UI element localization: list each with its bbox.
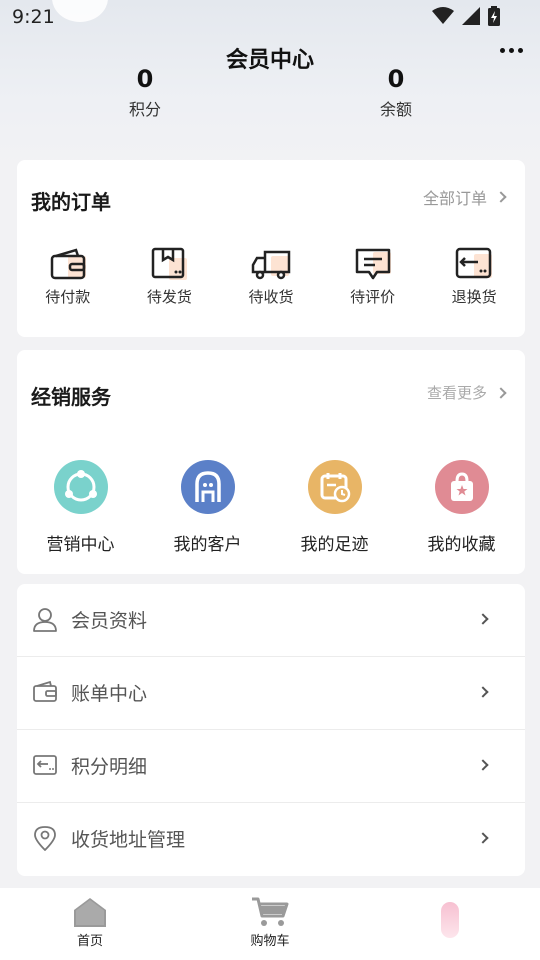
wallet-icon xyxy=(33,680,57,702)
menu-label: 积分明细 xyxy=(71,756,148,778)
menu-shipping-address[interactable]: 收货地址管理 xyxy=(17,803,525,876)
home-icon xyxy=(74,898,106,927)
menu-bill-center[interactable]: 账单中心 xyxy=(17,657,525,730)
points-label: 积分 xyxy=(128,100,161,119)
points-stat[interactable]: 0 积分 xyxy=(95,64,195,120)
order-pending-review[interactable]: 待评价 xyxy=(322,246,424,307)
tab-cart[interactable]: 购物车 xyxy=(210,896,330,949)
chevron-right-icon xyxy=(477,686,489,698)
truck-icon xyxy=(251,250,291,280)
my-favorites[interactable]: 我的收藏 xyxy=(398,460,525,555)
service-label: 我的客户 xyxy=(173,535,242,555)
my-customers[interactable]: 我的客户 xyxy=(144,460,271,555)
user-icon xyxy=(33,608,57,632)
balance-label: 余额 xyxy=(379,100,412,119)
chevron-right-icon xyxy=(477,759,489,771)
order-pending-payment[interactable]: 待付款 xyxy=(17,246,119,307)
chevron-right-icon xyxy=(495,386,507,399)
service-title: 经销服务 xyxy=(31,385,111,409)
points-icon xyxy=(33,755,57,775)
menu-points-detail[interactable]: 积分明细 xyxy=(17,730,525,803)
order-label: 待收货 xyxy=(248,288,294,306)
all-orders-link[interactable]: 全部订单 xyxy=(422,185,507,209)
profile-tab-icon xyxy=(441,902,459,938)
chevron-right-icon xyxy=(477,832,489,844)
order-status-row: 待付款 待发货 待收货 待评价 退换货 xyxy=(17,246,525,307)
tab-profile[interactable] xyxy=(420,902,480,938)
order-pending-shipment[interactable]: 待发货 xyxy=(119,246,221,307)
balance-value: 0 xyxy=(387,65,405,93)
marketing-center[interactable]: 营销中心 xyxy=(17,460,144,555)
tab-cart-label: 购物车 xyxy=(250,934,290,949)
status-time: 9:21 xyxy=(12,6,55,28)
view-more-link[interactable]: 查看更多 xyxy=(426,382,507,403)
signal-icon xyxy=(462,7,480,25)
service-label: 我的收藏 xyxy=(427,535,496,555)
return-icon xyxy=(455,247,493,279)
service-card: 经销服务 查看更多 营销中心 我的客户 我的足迹 我的收藏 xyxy=(17,350,525,574)
status-bar: 9:21 xyxy=(0,0,540,36)
wallet-icon xyxy=(50,248,86,280)
view-more-label: 查看更多 xyxy=(426,384,487,402)
more-icon[interactable] xyxy=(498,40,524,60)
comment-icon xyxy=(355,248,391,280)
tab-home-label: 首页 xyxy=(76,934,103,949)
orders-card: 我的订单 全部订单 待付款 待发货 待收货 待评价 退换货 xyxy=(17,160,525,337)
menu-member-profile[interactable]: 会员资料 xyxy=(17,584,525,657)
customer-icon xyxy=(180,460,235,514)
tab-bar: 首页 购物车 xyxy=(0,888,540,960)
menu-label: 账单中心 xyxy=(71,683,148,705)
favorite-bag-icon xyxy=(434,460,489,514)
cart-icon xyxy=(252,897,289,926)
menu-label: 会员资料 xyxy=(71,610,148,632)
share-network-icon xyxy=(53,460,108,514)
orders-title: 我的订单 xyxy=(31,190,111,214)
menu-list: 会员资料 账单中心 积分明细 收货地址管理 xyxy=(17,584,525,876)
order-label: 待付款 xyxy=(45,288,91,306)
balance-stat[interactable]: 0 余额 xyxy=(346,64,446,120)
package-icon xyxy=(152,247,188,280)
order-label: 待评价 xyxy=(350,288,396,306)
points-value: 0 xyxy=(136,65,154,93)
battery-icon xyxy=(488,6,500,26)
page-title: 会员中心 xyxy=(225,48,314,73)
order-return-exchange[interactable]: 退换货 xyxy=(423,246,525,307)
tab-home[interactable]: 首页 xyxy=(30,896,150,949)
service-row: 营销中心 我的客户 我的足迹 我的收藏 xyxy=(17,460,525,555)
order-label: 退换货 xyxy=(451,288,497,306)
chevron-right-icon xyxy=(495,191,507,203)
location-icon xyxy=(34,826,56,851)
order-pending-receipt[interactable]: 待收货 xyxy=(220,246,322,307)
my-footprints[interactable]: 我的足迹 xyxy=(271,460,398,555)
calendar-clock-icon xyxy=(307,460,362,514)
chevron-right-icon xyxy=(477,613,489,625)
menu-label: 收货地址管理 xyxy=(71,829,186,851)
service-label: 营销中心 xyxy=(46,535,115,555)
all-orders-label: 全部订单 xyxy=(422,189,487,208)
wifi-icon xyxy=(432,7,454,24)
order-label: 待发货 xyxy=(146,288,192,306)
service-label: 我的足迹 xyxy=(300,535,369,555)
status-icons xyxy=(432,6,500,26)
